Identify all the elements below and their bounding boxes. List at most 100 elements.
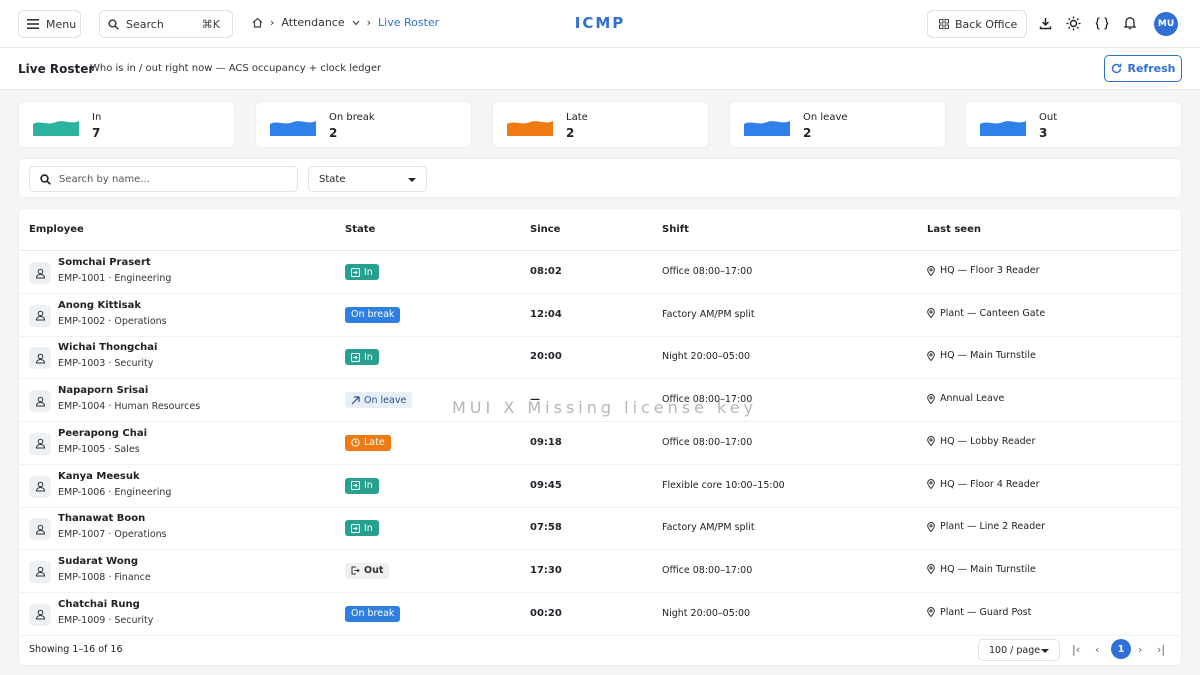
grid-icon — [939, 19, 949, 29]
status-label: In — [364, 351, 373, 363]
status-badge: On break — [345, 605, 401, 622]
first-page-icon[interactable]: |‹ — [1072, 643, 1080, 656]
table-row[interactable]: Anong Kittisak EMP-1002 · Operations On br… — [19, 294, 1181, 337]
status-label: Out — [364, 565, 384, 577]
login-icon — [351, 481, 360, 490]
employee-meta: EMP-1002 · Operations — [58, 315, 167, 327]
location-pin-icon — [927, 265, 935, 276]
user-avatar[interactable]: MU — [1154, 12, 1178, 36]
filter-bar: State — [18, 158, 1182, 198]
next-page-icon[interactable]: › — [1138, 643, 1142, 656]
employee-name: Wichai Thongchai — [58, 342, 158, 354]
last-seen: HQ — Floor 3 Reader — [927, 265, 1040, 276]
page-header: Live Roster Who is in / out right now — … — [0, 48, 1200, 90]
column-header-employee[interactable]: Employee — [29, 224, 84, 235]
state-select-label: State — [319, 173, 346, 185]
person-icon — [29, 390, 51, 413]
prev-page-icon[interactable]: ‹ — [1095, 643, 1099, 656]
stat-value: 2 — [329, 126, 338, 140]
person-icon — [29, 304, 51, 327]
column-header-shift[interactable]: Shift — [662, 224, 689, 235]
last-seen: Plant — Canteen Gate — [927, 308, 1045, 319]
column-header-since[interactable]: Since — [530, 224, 560, 235]
wave-sparkline-icon — [270, 121, 316, 136]
person-icon — [29, 347, 51, 370]
name-search-field[interactable] — [29, 166, 298, 192]
table-row[interactable]: Kanya Meesuk EMP-1006 · Engineering In 09:4… — [19, 465, 1181, 508]
theme-sun-icon[interactable] — [1065, 15, 1081, 31]
status-badge: On leave — [345, 392, 413, 409]
stat-label: Out — [1039, 112, 1058, 123]
table-row[interactable]: Thanawat Boon EMP-1007 · Operations In 07:5… — [19, 507, 1181, 551]
status-badge: In — [345, 520, 379, 537]
back-office-button[interactable]: Back Office — [927, 10, 1027, 38]
employee-meta: EMP-1004 · Human Resources — [58, 401, 201, 413]
last-page-icon[interactable]: ›| — [1157, 643, 1165, 656]
person-icon — [29, 475, 51, 498]
location-pin-icon — [927, 521, 935, 532]
stat-label: In — [92, 112, 102, 123]
since-time: 09:18 — [530, 436, 562, 448]
state-select[interactable]: State — [308, 166, 427, 192]
table-row[interactable]: Wichai Thongchai EMP-1003 · Security In 20:… — [19, 336, 1181, 380]
last-seen-location: HQ — Lobby Reader — [940, 435, 1036, 447]
stat-label: On break — [329, 112, 375, 123]
login-icon — [351, 267, 360, 277]
location-pin-icon — [927, 308, 935, 319]
person-icon — [29, 432, 51, 455]
since-time: 08:02 — [530, 266, 562, 277]
employee-meta: EMP-1009 · Security — [58, 614, 154, 626]
clock-icon — [351, 438, 360, 447]
table-row[interactable]: Sudarat Wong EMP-1008 · Finance Out 17:30 Of… — [19, 550, 1181, 593]
row-count-text: Showing 1–16 of 16 — [29, 644, 123, 655]
employee-meta: EMP-1008 · Finance — [58, 571, 151, 583]
table-row[interactable]: Napaporn Srisai EMP-1004 · Human Resource… — [19, 379, 1181, 423]
name-search-input[interactable] — [59, 173, 279, 185]
last-seen-location: HQ — Floor 3 Reader — [940, 265, 1040, 276]
location-pin-icon — [927, 607, 935, 618]
caret-down-icon — [1041, 649, 1049, 653]
download-icon[interactable] — [1037, 15, 1053, 31]
shift-name: Factory AM/PM split — [662, 308, 755, 320]
table-footer: Showing 1–16 of 16 100 / page |‹ ‹ 1 › ›… — [19, 635, 1181, 665]
table-row[interactable]: Peerapong Chai EMP-1005 · Sales Late 09:18 O… — [19, 422, 1181, 465]
code-braces-icon[interactable] — [1094, 15, 1110, 31]
table-row[interactable]: Chatchai Rung EMP-1009 · Security On break… — [19, 593, 1181, 636]
employee-name: Chatchai Rung — [58, 598, 140, 610]
logout-icon — [351, 566, 360, 575]
since-time: 12:04 — [530, 308, 562, 320]
page-number-current[interactable]: 1 — [1111, 639, 1131, 659]
stat-card: On leave 2 — [729, 101, 946, 148]
wave-sparkline-icon — [507, 121, 553, 136]
column-header-state[interactable]: State — [345, 224, 375, 235]
last-seen: HQ — Main Turnstile — [927, 564, 1036, 575]
table-row[interactable]: Somchai Prasert EMP-1001 · Engineering In 0… — [19, 251, 1181, 294]
last-seen: Annual Leave — [927, 393, 1004, 404]
employee-name: Thanawat Boon — [58, 513, 146, 525]
wave-sparkline-icon — [744, 121, 790, 136]
bell-icon[interactable] — [1122, 15, 1138, 31]
caret-down-icon — [408, 178, 416, 182]
last-seen: Plant — Guard Post — [927, 607, 1031, 618]
last-seen: HQ — Floor 4 Reader — [927, 479, 1040, 490]
employee-name: Kanya Meesuk — [58, 470, 140, 482]
status-label: On break — [351, 608, 395, 620]
employee-meta: EMP-1003 · Security — [58, 358, 154, 370]
last-seen-location: HQ — Main Turnstile — [940, 350, 1036, 362]
page-title: Live Roster — [18, 62, 95, 76]
rows-per-page-select[interactable]: 100 / page — [978, 639, 1060, 661]
employee-name: Somchai Prasert — [58, 257, 151, 268]
last-seen-location: Plant — Guard Post — [940, 606, 1032, 618]
person-icon — [29, 560, 51, 583]
column-header-last-seen[interactable]: Last seen — [927, 224, 981, 235]
status-badge: In — [345, 477, 379, 494]
shift-name: Office 08:00–17:00 — [662, 436, 753, 448]
refresh-icon — [1111, 63, 1121, 74]
refresh-button[interactable]: Refresh — [1104, 55, 1182, 82]
login-icon — [351, 523, 360, 533]
person-icon — [29, 603, 51, 626]
last-seen-location: Plant — Line 2 Reader — [940, 521, 1045, 533]
employee-meta: EMP-1007 · Operations — [58, 529, 167, 541]
table-header: Employee State Since Shift Last seen — [19, 209, 1181, 251]
shift-name: Office 08:00–17:00 — [662, 564, 753, 576]
